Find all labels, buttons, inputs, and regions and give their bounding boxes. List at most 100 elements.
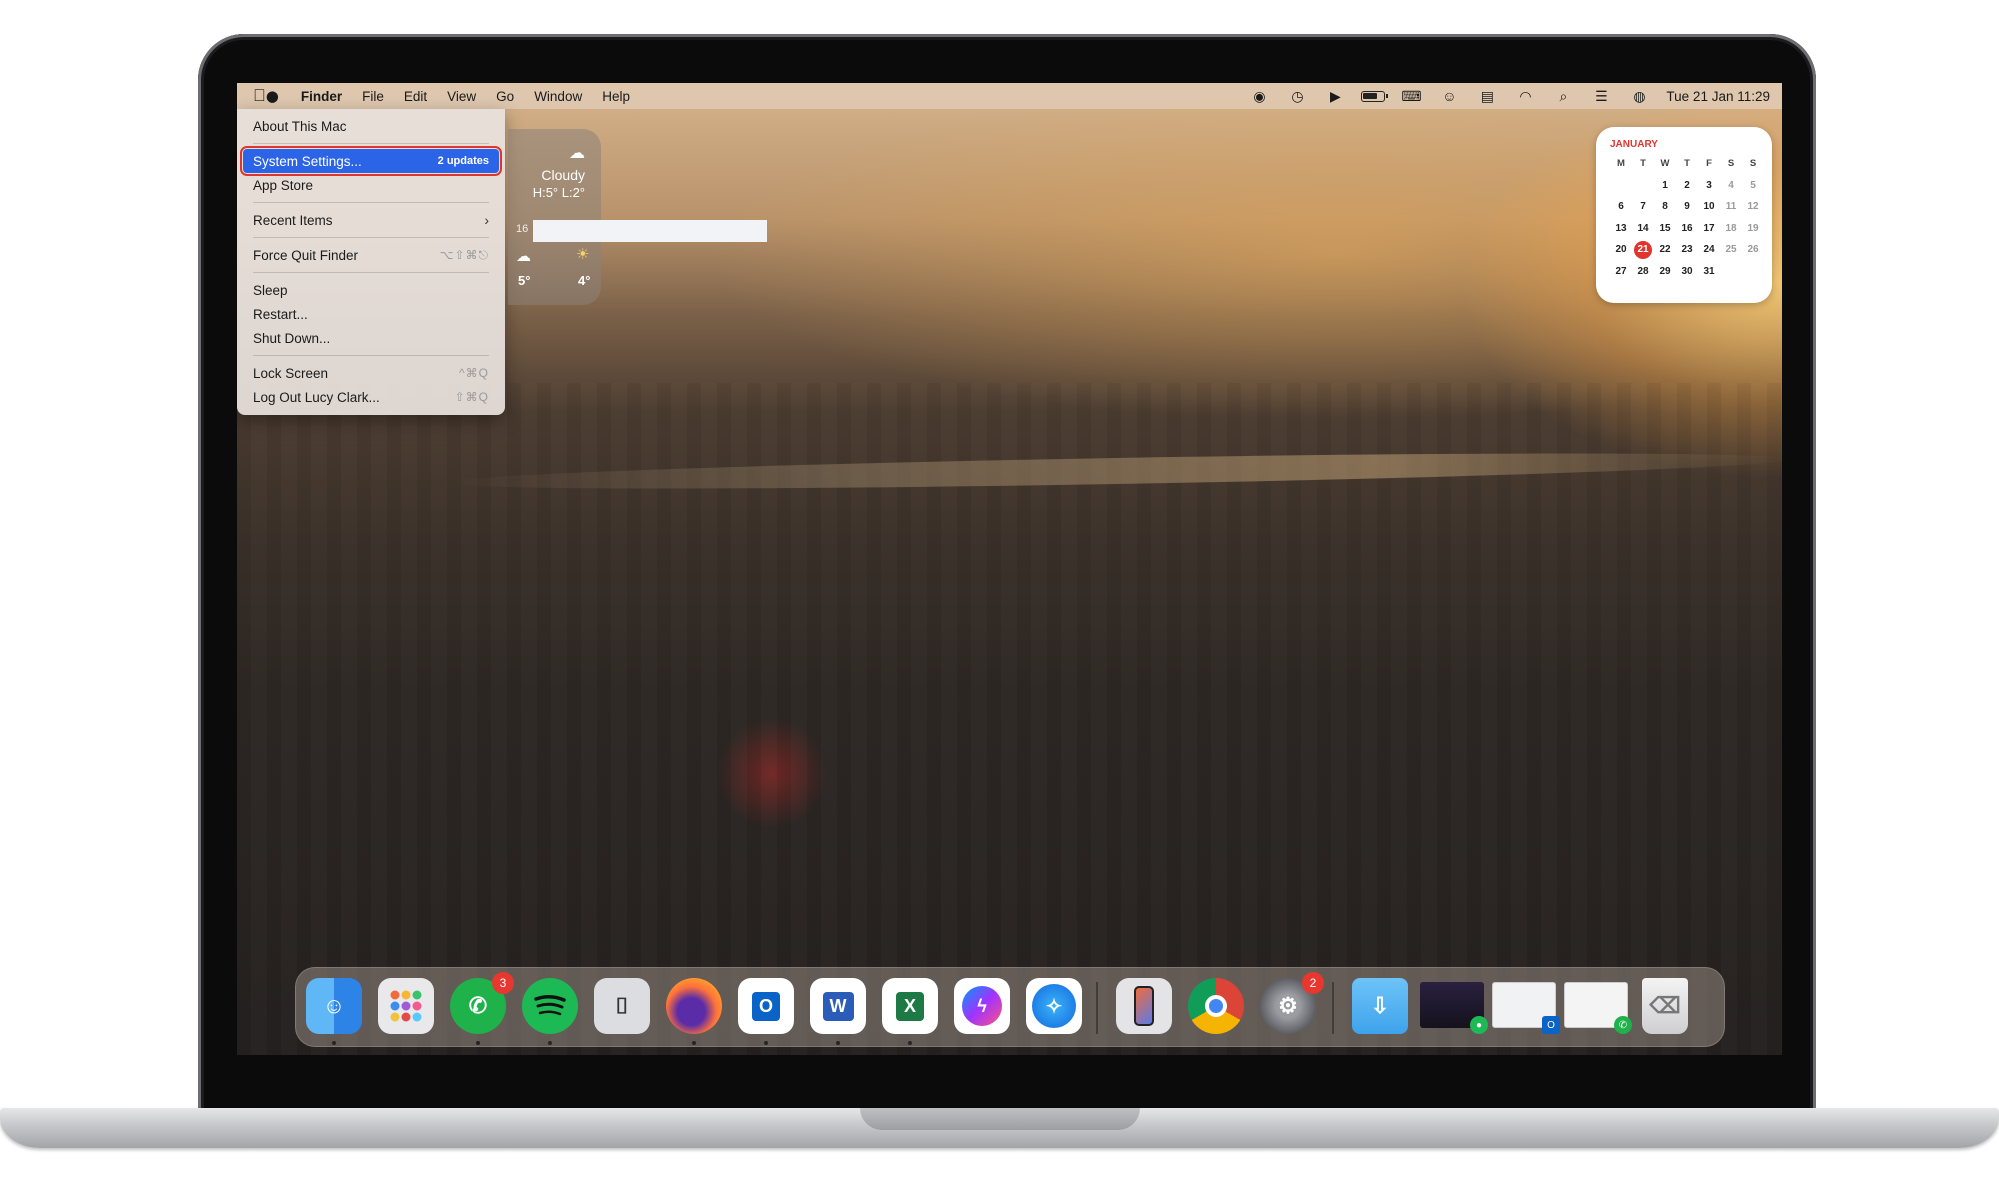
menu-item-app-store[interactable]: App Store <box>243 173 499 197</box>
menu-help[interactable]: Help <box>592 83 640 109</box>
calendar-day: 1 <box>1662 179 1668 191</box>
calendar-day: 3 <box>1706 179 1712 191</box>
dock-finder-icon[interactable]: ☺ <box>306 978 362 1034</box>
calendar-weekday: M <box>1617 158 1625 170</box>
menu-item-sleep[interactable]: Sleep <box>243 278 499 302</box>
dock-outlook-icon[interactable]: O <box>738 978 794 1034</box>
calendar-widget[interactable]: JANUARY M T W T F S S 1 2 3 4 5 6 7 8 9 10 11 12 13 14 15 16 17… <box>1596 127 1772 303</box>
dock-trash-icon[interactable]: ⌫ <box>1642 978 1688 1034</box>
log-out-shortcut: ⇧⌘Q <box>454 390 489 404</box>
outlook-mini-icon: O <box>1542 1016 1560 1034</box>
clock[interactable]: Tue 21 Jan 11:29 <box>1658 89 1770 104</box>
display-icon[interactable]: ▤ <box>1468 83 1506 109</box>
sunset-icon: ☀ <box>576 246 590 263</box>
menu-go[interactable]: Go <box>486 83 524 109</box>
control-center-icon[interactable]: ☰ <box>1582 83 1620 109</box>
dock-excel-icon[interactable]: X <box>882 978 938 1034</box>
spotify-mini-icon: ● <box>1470 1016 1488 1034</box>
search-icon[interactable]: ⌕ <box>1544 83 1582 109</box>
calendar-day: 14 <box>1637 222 1649 234</box>
apple-menu-icon[interactable]: ● <box>237 83 291 109</box>
dock-downloads-folder-icon[interactable]: ⇩ <box>1352 978 1408 1034</box>
dock-safari-icon[interactable]: ✧ <box>1026 978 1082 1034</box>
calendar-day: 9 <box>1684 201 1690 213</box>
menu-finder[interactable]: Finder <box>291 83 352 109</box>
calendar-day: 11 <box>1725 201 1737 213</box>
dock: ☺ ✆ 3 ⌷ O W X ϟ ✧ ⚙ 2 ⇩ ● O ✆ ⌫ <box>295 967 1725 1047</box>
running-indicator <box>332 1041 336 1045</box>
running-indicator <box>836 1041 840 1045</box>
calendar-day: 18 <box>1725 222 1737 234</box>
dock-firefox-icon[interactable] <box>666 978 722 1034</box>
play-icon[interactable]: ▶ <box>1316 83 1354 109</box>
whatsapp-mini-icon: ✆ <box>1614 1016 1632 1034</box>
menu-separator <box>253 272 489 273</box>
siri-icon[interactable]: ◍ <box>1620 83 1658 109</box>
menu-separator <box>253 202 489 203</box>
menu-item-force-quit[interactable]: Force Quit Finder ⌥⇧⌘⎋ <box>243 243 499 267</box>
dock-iphone-mirroring-icon[interactable] <box>1116 978 1172 1034</box>
user-icon[interactable]: ☺ <box>1430 83 1468 109</box>
menu-file[interactable]: File <box>352 83 394 109</box>
screen-recorder-icon[interactable]: ◉ <box>1240 83 1278 109</box>
calendar-day: 19 <box>1747 222 1759 234</box>
menu-item-system-settings[interactable]: System Settings... 2 updates <box>240 146 502 176</box>
dock-launchpad-icon[interactable] <box>378 978 434 1034</box>
cloud-icon: ☁ <box>569 145 585 162</box>
calendar-day: 17 <box>1703 222 1715 234</box>
cloud-icon: ☁ <box>516 248 531 265</box>
calendar-day: 25 <box>1725 244 1737 256</box>
menu-view[interactable]: View <box>437 83 486 109</box>
weather-temp-2: 4° <box>578 273 591 288</box>
calendar-empty-cell <box>1610 175 1632 197</box>
time-machine-icon[interactable]: ◷ <box>1278 83 1316 109</box>
calendar-weekday: T <box>1684 158 1690 170</box>
weather-widget[interactable]: ☁ Cloudy H:5° L:2° 16 ☁ ☀ 5° 4° <box>508 129 601 305</box>
app-store-label: App Store <box>253 177 314 193</box>
restart-label: Restart... <box>253 306 308 322</box>
calendar-weekday: F <box>1706 158 1712 170</box>
running-indicator <box>908 1041 912 1045</box>
menu-item-log-out[interactable]: Log Out Lucy Clark... ⇧⌘Q <box>243 385 499 409</box>
redaction-box <box>533 220 767 242</box>
menu-edit[interactable]: Edit <box>394 83 437 109</box>
menu-bar-left: ● Finder File Edit View Go Window Help <box>237 83 640 109</box>
calendar-today: 21 <box>1632 239 1654 261</box>
running-indicator <box>764 1041 768 1045</box>
wifi-icon[interactable]: ◠ <box>1506 83 1544 109</box>
calendar-day: 2 <box>1684 179 1690 191</box>
menu-item-recent-items[interactable]: Recent Items › <box>243 208 499 232</box>
battery-icon[interactable] <box>1354 83 1392 109</box>
menu-item-restart[interactable]: Restart... <box>243 302 499 326</box>
calendar-day: 23 <box>1681 244 1693 256</box>
calendar-day: 28 <box>1637 265 1649 277</box>
dock-messenger-icon[interactable]: ϟ <box>954 978 1010 1034</box>
calendar-day: 27 <box>1615 265 1627 277</box>
shut-down-label: Shut Down... <box>253 330 331 346</box>
keyboard-icon[interactable]: ⌨ <box>1392 83 1430 109</box>
dock-chrome-icon[interactable] <box>1188 978 1244 1034</box>
calendar-day: 12 <box>1747 201 1759 213</box>
whatsapp-badge: 3 <box>492 972 514 994</box>
dock-word-icon[interactable]: W <box>810 978 866 1034</box>
recent-items-label: Recent Items <box>253 212 333 228</box>
dock-screenshot-icon[interactable]: ⌷ <box>594 978 650 1034</box>
menu-item-shut-down[interactable]: Shut Down... <box>243 326 499 350</box>
menu-bar-status: ◉ ◷ ▶ ⌨ ☺ ▤ ◠ ⌕ ☰ ◍ Tue 21 Jan 11:29 <box>1240 83 1782 109</box>
calendar-day: 7 <box>1640 201 1646 213</box>
menu-separator <box>253 355 489 356</box>
log-out-label: Log Out Lucy Clark... <box>253 389 380 405</box>
menu-item-lock-screen[interactable]: Lock Screen ^⌘Q <box>243 361 499 385</box>
calendar-day: 20 <box>1615 244 1627 256</box>
calendar-weekday: T <box>1640 158 1646 170</box>
dock-divider <box>1096 982 1098 1034</box>
running-indicator <box>692 1041 696 1045</box>
menu-item-about[interactable]: About This Mac <box>243 114 499 138</box>
menu-window[interactable]: Window <box>524 83 592 109</box>
calendar-day: 13 <box>1615 222 1627 234</box>
dock-spotify-icon[interactable] <box>522 978 578 1034</box>
calendar-day: 5 <box>1750 179 1756 191</box>
weather-high-low: H:5° L:2° <box>532 185 585 200</box>
calendar-month: JANUARY <box>1610 139 1658 150</box>
apple-menu-dropdown: About This Mac System Settings... 2 upda… <box>237 109 505 415</box>
